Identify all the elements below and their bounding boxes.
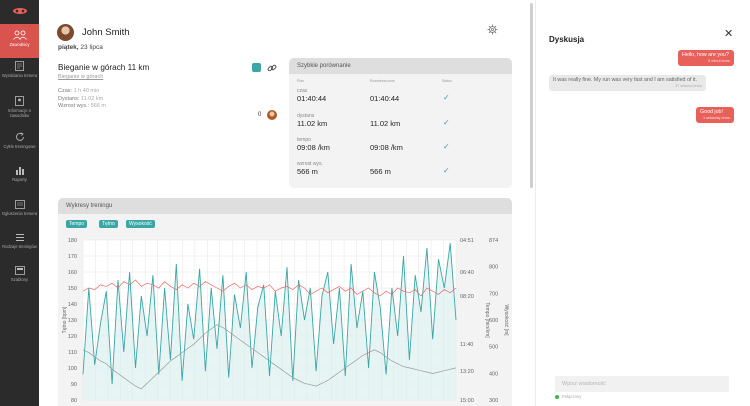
template-icon <box>14 266 25 275</box>
y-tick-elevation: 800 <box>489 265 498 271</box>
app-logo[interactable] <box>0 0 39 22</box>
likes-count: 0 <box>258 112 262 118</box>
y-tick-pace: 13:20 <box>460 369 474 375</box>
avatar[interactable] <box>57 24 74 41</box>
y-tick-elevation: 700 <box>489 291 498 297</box>
y-tick-left: 180 <box>68 238 77 244</box>
activity-title: Bieganie w górach 11 km <box>58 63 150 72</box>
sidebar-item-label: Szablony <box>10 277 29 282</box>
sidebar-item-label: Informacje o zawodniku <box>7 108 32 118</box>
y-tick-left: 80 <box>71 398 77 404</box>
y-tick-left: 100 <box>68 366 77 372</box>
y-tick-pace: 15:00 <box>460 398 474 404</box>
y-axis-label-hr: Tętno [bpm] <box>62 306 68 333</box>
y-axis-label-elevation: Wysokość [m] <box>503 304 509 336</box>
activity-type-link[interactable]: Bieganie w górach <box>58 74 103 80</box>
sidebar-item-trainer-docs[interactable]: Wyrabiania trenera <box>0 61 39 91</box>
main-scrollbar[interactable] <box>530 3 533 188</box>
y-tick-pace: 08:20 <box>460 294 474 300</box>
y-axis-label-pace: Tempo [min/km] <box>484 302 490 338</box>
activity-date: piątek, 23 lipca <box>58 44 103 51</box>
sidebar-item-templates[interactable]: Szablony <box>0 266 39 290</box>
check-icon: ✓ <box>443 142 450 151</box>
chat-message: Good job! 1 sekundę temu <box>696 107 734 123</box>
connection-status: Połączony <box>555 394 581 399</box>
check-icon: ✓ <box>443 118 450 127</box>
y-tick-elevation: 400 <box>489 371 498 377</box>
chat-message: It was really fine. My run was very fast… <box>549 75 706 91</box>
gear-icon[interactable] <box>487 24 498 35</box>
close-icon[interactable]: ✕ <box>724 27 733 40</box>
status-dot-icon <box>555 394 559 399</box>
y-tick-pace: 04:51 <box>460 238 474 244</box>
check-icon: ✓ <box>443 93 450 102</box>
sidebar-nav: Zawodnicy Wyrabiania trenera Informacje … <box>0 0 39 406</box>
logo-icon <box>12 8 27 14</box>
y-tick-elevation: 500 <box>489 345 498 351</box>
message-input[interactable] <box>555 376 729 392</box>
y-tick-left: 120 <box>68 334 77 340</box>
cycle-icon <box>15 132 24 141</box>
col-plan: Plan <box>297 79 305 83</box>
list-icon <box>15 234 24 241</box>
user-name: John Smith <box>82 27 130 38</box>
y-tick-elevation: 874 <box>489 238 498 244</box>
y-tick-left: 110 <box>68 350 77 356</box>
link-icon[interactable] <box>267 63 277 73</box>
col-status: Status <box>442 79 452 83</box>
y-tick-left: 90 <box>71 382 77 388</box>
document-icon <box>15 61 24 71</box>
sidebar-item-label: Zawodnicy <box>9 42 30 47</box>
stat-time: Czas: 1 h 40 min <box>58 88 100 94</box>
sidebar-item-announcements[interactable]: Ogłoszenia trenera <box>0 200 39 230</box>
liker-avatar[interactable] <box>267 110 277 120</box>
y-tick-left: 160 <box>68 270 77 276</box>
compare-row-time: czas 01:40:44 01:40:44 ✓ <box>297 88 450 103</box>
training-chart: 180 170 160 150 140 130 120 110 100 90 80 04:51 06:4… <box>62 238 509 404</box>
sidebar-item-athlete-info[interactable]: Informacje o zawodniku <box>0 96 39 126</box>
sidebar-item-training-types[interactable]: Rodzaje treningów <box>0 233 39 263</box>
y-tick-pace: 11:40 <box>460 342 473 348</box>
sidebar-item-label: Raporty <box>12 177 27 182</box>
y-tick-left: 140 <box>68 302 77 308</box>
quick-compare-title: Szybkie porównanie <box>289 58 512 74</box>
sidebar-item-label: Wyrabiania trenera <box>1 73 38 78</box>
training-charts-card: Wykresy treningu Tempo Tętno Wysokość 18… <box>58 198 512 406</box>
sidebar-item-reports[interactable]: Raporty <box>0 166 39 188</box>
athletes-icon <box>12 30 27 40</box>
profile-icon <box>15 96 24 106</box>
col-real: Rozmieszczone <box>370 79 395 83</box>
stat-elevation: Wzrost wys.: 566 m <box>58 103 106 110</box>
y-tick-left: 150 <box>68 286 77 292</box>
sidebar-item-label: Cykle treningowe <box>3 144 36 149</box>
chart-icon <box>15 167 24 175</box>
compare-row-pace: tempo 09:08 /km 09:08 /km ✓ <box>297 137 450 152</box>
strava-icon[interactable] <box>252 63 261 72</box>
quick-compare-card: Szybkie porównanie Plan Rozmieszczone St… <box>289 58 512 188</box>
stat-distance: Dystans: 11.02 km <box>58 95 104 102</box>
y-tick-left: 130 <box>68 318 77 324</box>
discussion-title: Dyskusja <box>549 35 585 44</box>
activity-stats: Czas: 1 h 40 min Dystans: 11.02 km Wzros… <box>58 88 106 111</box>
sidebar-item-athletes[interactable]: Zawodnicy <box>0 24 39 58</box>
y-tick-left: 170 <box>68 254 77 260</box>
discussion-panel: Dyskusja ✕ Hello, how are you? 5 minut t… <box>535 0 750 406</box>
y-tick-pace: 06:40 <box>460 270 474 276</box>
y-tick-elevation: 300 <box>489 398 498 404</box>
sidebar-item-label: Ogłoszenia trenera <box>1 211 38 216</box>
sidebar-item-training-cycles[interactable]: Cykle treningowe <box>0 132 39 160</box>
sidebar-item-label: Rodzaje treningów <box>2 244 37 249</box>
compare-row-elevation: wzrost wys. 566 m 566 m ✓ <box>297 161 450 176</box>
chat-message: Hello, how are you? 5 minut temu <box>678 50 734 66</box>
check-icon: ✓ <box>443 166 450 175</box>
announcement-icon <box>14 200 25 209</box>
compare-row-distance: dystans 11.02 km 11.02 km ✓ <box>297 113 450 128</box>
